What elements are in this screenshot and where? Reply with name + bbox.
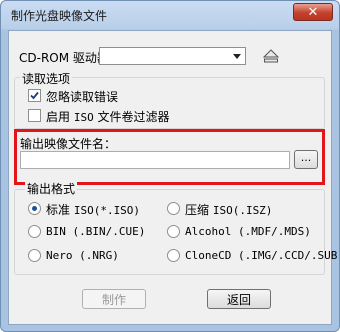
format-alcohol-label[interactable]: Alcohol (.MDF/.MDS) [185, 225, 311, 238]
iso-filter-checkbox[interactable] [28, 109, 41, 122]
output-file-input[interactable] [20, 151, 290, 169]
format-bin-label[interactable]: BIN (.BIN/.CUE) [46, 225, 145, 238]
format-nero-label[interactable]: Nero (.NRG) [46, 249, 119, 262]
format-isz-text: 压缩 [185, 203, 213, 217]
output-file-label: 输出映像文件名： [20, 137, 117, 151]
output-format-legend: 输出格式 [25, 180, 78, 197]
dialog-body: CD-ROM 驱动器： 读取选项 忽略读取错误 启用 ISO 文件卷过滤器 输出… [8, 30, 339, 325]
make-button[interactable]: 制作 [82, 289, 146, 309]
format-clonecd-radio[interactable] [167, 249, 180, 262]
ignore-errors-checkbox[interactable] [28, 89, 41, 102]
format-iso-ext: ISO(*.ISO) [73, 204, 141, 217]
iso-filter-label-suffix: 文件卷过滤器 [93, 110, 170, 124]
format-nero-radio[interactable] [28, 249, 41, 262]
format-isz-radio[interactable] [167, 202, 180, 215]
format-iso-label[interactable]: 标准 ISO(*.ISO) [46, 201, 140, 218]
back-button[interactable]: 返回 [207, 289, 271, 309]
format-isz-ext: ISO(.ISZ) [212, 204, 273, 217]
format-isz-label[interactable]: 压缩 ISO(.ISZ) [185, 201, 272, 218]
browse-button[interactable]: ... [294, 150, 318, 169]
iso-filter-label-prefix: 启用 [46, 110, 74, 124]
format-alcohol-radio[interactable] [167, 225, 180, 238]
close-button[interactable]: ✕ [293, 3, 333, 21]
checkmark-icon [30, 91, 39, 100]
format-iso-text: 标准 [46, 203, 74, 217]
format-iso-radio[interactable] [28, 202, 41, 215]
chevron-down-icon[interactable] [231, 49, 243, 63]
close-icon: ✕ [307, 4, 319, 20]
format-clonecd-label[interactable]: CloneCD (.IMG/.CCD/.SUB) [185, 249, 339, 262]
dialog-window: 制作光盘映像文件 ✕ CD-ROM 驱动器： 读取选项 忽略读取错误 启用 IS… [0, 0, 340, 332]
read-options-legend: 读取选项 [20, 70, 73, 87]
iso-filter-label-iso: ISO [73, 111, 94, 124]
drive-select[interactable] [99, 47, 246, 65]
window-title: 制作光盘映像文件 [11, 9, 108, 23]
title-bar[interactable]: 制作光盘映像文件 ✕ [1, 1, 339, 29]
format-bin-radio[interactable] [28, 225, 41, 238]
eject-button[interactable] [261, 47, 281, 67]
eject-icon [262, 48, 280, 66]
ignore-errors-label[interactable]: 忽略读取错误 [46, 88, 118, 105]
iso-filter-label[interactable]: 启用 ISO 文件卷过滤器 [46, 108, 170, 125]
